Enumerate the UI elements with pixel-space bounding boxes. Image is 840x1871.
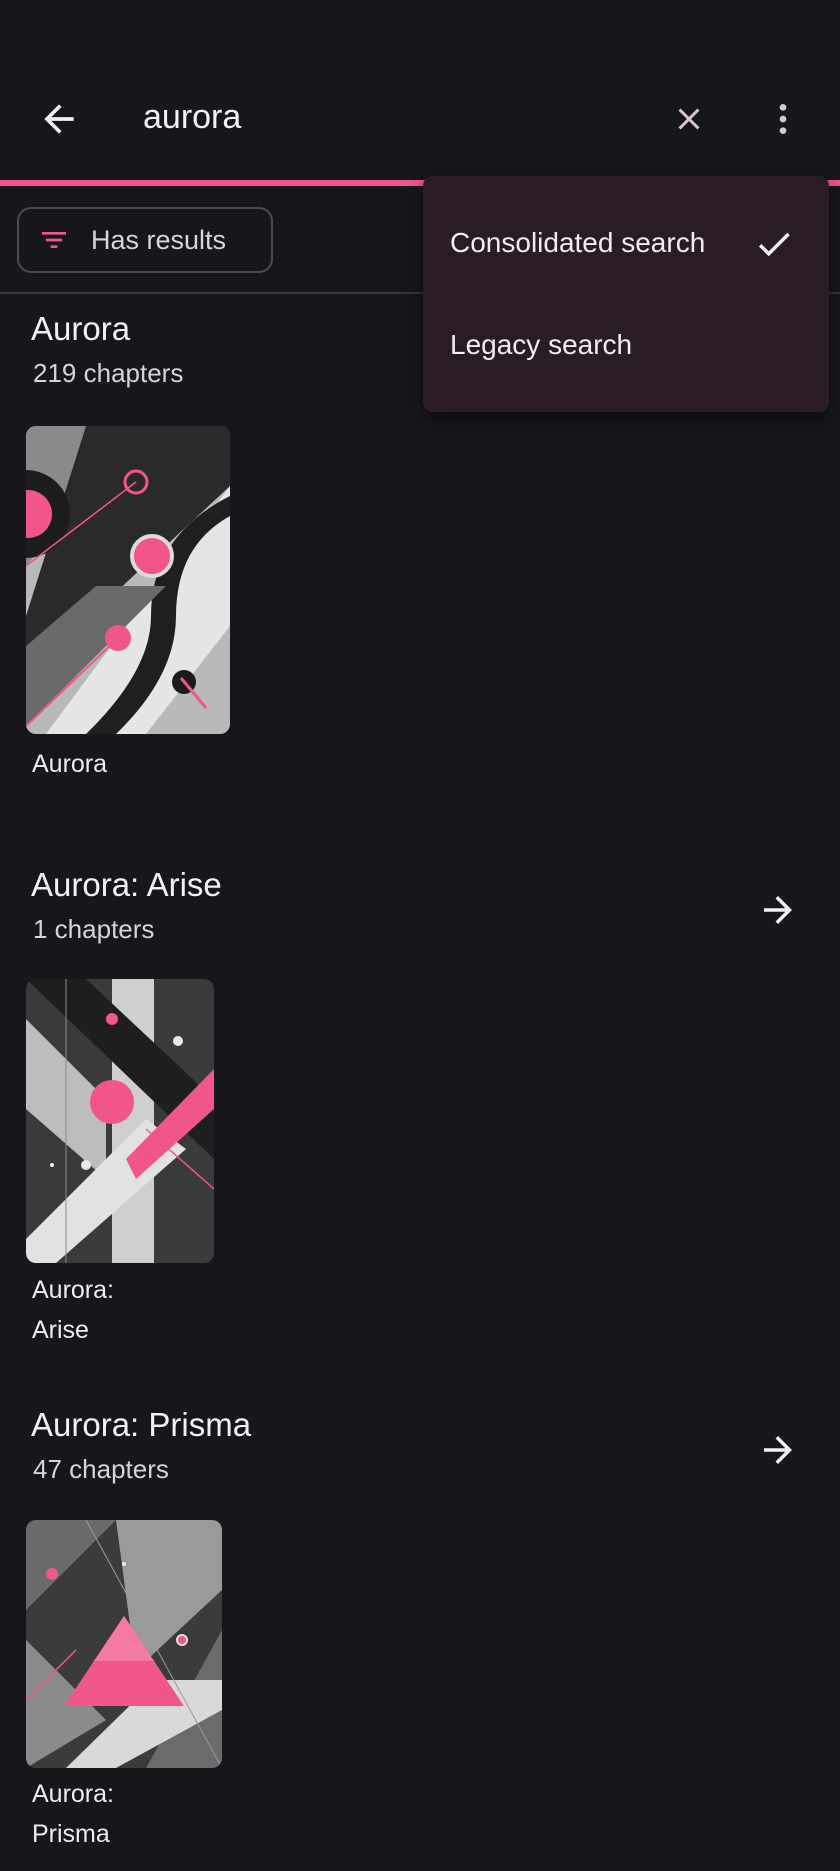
filter-icon [37,223,71,257]
section-chapter-count: 1 chapters [33,914,155,944]
result-section-aurora-arise: Aurora: Arise 1 chapters Aurora: Arise [0,846,840,1366]
section-chapter-count: 47 chapters [33,1454,169,1484]
menu-item-label: Legacy search [450,329,633,360]
result-section-aurora-prisma: Aurora: Prisma 47 chapters Aurora: Prism… [0,1386,840,1871]
section-title: Aurora [31,310,131,347]
clear-search-button[interactable] [658,90,720,152]
manga-cover[interactable] [26,1520,222,1768]
menu-item-label: Consolidated search [450,227,706,258]
more-vert-icon [763,99,803,144]
section-chapter-count: 219 chapters [33,358,184,388]
manga-cover[interactable] [26,979,214,1263]
cover-title-line-1: Aurora: [32,1276,114,1304]
filter-chip-label: Has results [91,224,227,255]
open-section-button[interactable] [748,882,808,942]
has-results-filter-chip[interactable]: Has results [17,207,273,273]
open-section-button[interactable] [748,1422,808,1482]
cover-title-line-2: Prisma [32,1820,110,1848]
menu-item-legacy-search[interactable]: Legacy search [423,295,829,395]
section-title: Aurora: Prisma [31,1406,252,1443]
search-input[interactable]: aurora [143,98,241,137]
close-icon [671,101,707,142]
cover-title: Aurora: Arise [32,1270,114,1350]
arrow-right-icon [757,1429,799,1476]
back-button[interactable] [28,90,90,152]
more-options-button[interactable] [760,90,806,152]
arrow-left-icon [37,97,81,146]
arrow-right-icon [757,889,799,936]
manga-cover[interactable] [26,426,230,734]
search-mode-menu: Consolidated search Legacy search [423,176,829,412]
check-icon [753,223,795,265]
top-app-bar: aurora [0,0,840,182]
cover-title: Aurora: Prisma [32,1774,114,1854]
section-title: Aurora: Arise [31,866,222,903]
cover-title: Aurora [32,750,108,778]
menu-item-consolidated-search[interactable]: Consolidated search [423,193,829,293]
cover-title-line-2: Arise [32,1316,89,1344]
cover-title-line-1: Aurora: [32,1780,114,1808]
